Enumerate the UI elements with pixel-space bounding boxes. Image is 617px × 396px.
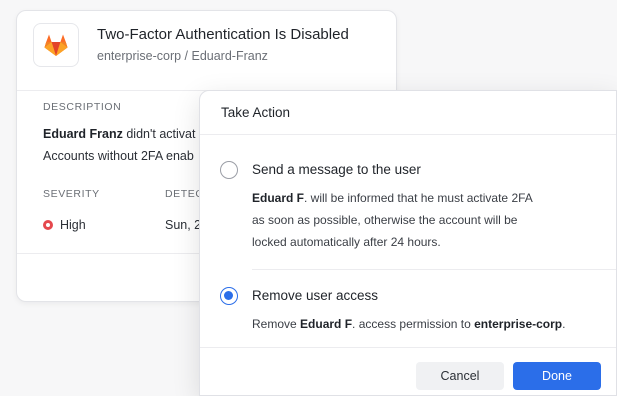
gitlab-icon xyxy=(33,23,79,67)
cancel-button[interactable]: Cancel xyxy=(416,362,504,390)
remove-access-org: enterprise-corp xyxy=(474,317,563,331)
send-message-desc-line-1-text: . will be informed that he must activate… xyxy=(304,191,533,205)
remove-access-description: Remove Eduard F. access permission to en… xyxy=(252,313,597,335)
severity-value: High xyxy=(43,218,86,232)
modal-footer: Cancel Done xyxy=(200,347,616,395)
alert-title: Two-Factor Authentication Is Disabled xyxy=(97,26,349,43)
send-message-description: Eduard F. will be informed that he must … xyxy=(252,187,597,253)
alert-header: Two-Factor Authentication Is Disabled en… xyxy=(17,11,396,91)
description-line-1-text: didn't activat xyxy=(122,127,196,141)
description-line-1: Eduard Franz didn't activat xyxy=(43,127,195,141)
send-message-desc-line-2: as soon as possible, otherwise the accou… xyxy=(252,213,518,227)
options-divider xyxy=(252,269,616,270)
done-button[interactable]: Done xyxy=(513,362,601,390)
remove-access-title[interactable]: Remove user access xyxy=(252,288,378,303)
description-label: DESCRIPTION xyxy=(43,101,122,113)
take-action-modal: Take Action Send a message to the user E… xyxy=(199,90,617,396)
description-user: Eduard Franz xyxy=(43,127,123,141)
send-message-user: Eduard F xyxy=(252,191,305,205)
remove-access-desc-suffix: . xyxy=(562,317,566,331)
severity-high-icon xyxy=(43,220,53,230)
detected-value: Sun, 2 xyxy=(165,218,202,232)
alert-subtitle: enterprise-corp / Eduard-Franz xyxy=(97,49,268,63)
send-message-desc-line-1: Eduard F. will be informed that he must … xyxy=(252,187,597,209)
remove-access-radio[interactable] xyxy=(220,287,238,305)
remove-access-desc-middle: . access permission to xyxy=(352,317,475,331)
detected-label: DETEC xyxy=(165,188,204,200)
modal-title: Take Action xyxy=(200,91,616,135)
severity-label: SEVERITY xyxy=(43,188,100,200)
description-line-2: Accounts without 2FA enab xyxy=(43,149,194,163)
severity-text: High xyxy=(60,218,86,232)
remove-access-user: Eduard F xyxy=(300,317,353,331)
send-message-title[interactable]: Send a message to the user xyxy=(252,162,421,177)
send-message-radio[interactable] xyxy=(220,161,238,179)
remove-access-desc-prefix: Remove xyxy=(252,317,301,331)
send-message-desc-line-3: locked automatically after 24 hours. xyxy=(252,235,441,249)
